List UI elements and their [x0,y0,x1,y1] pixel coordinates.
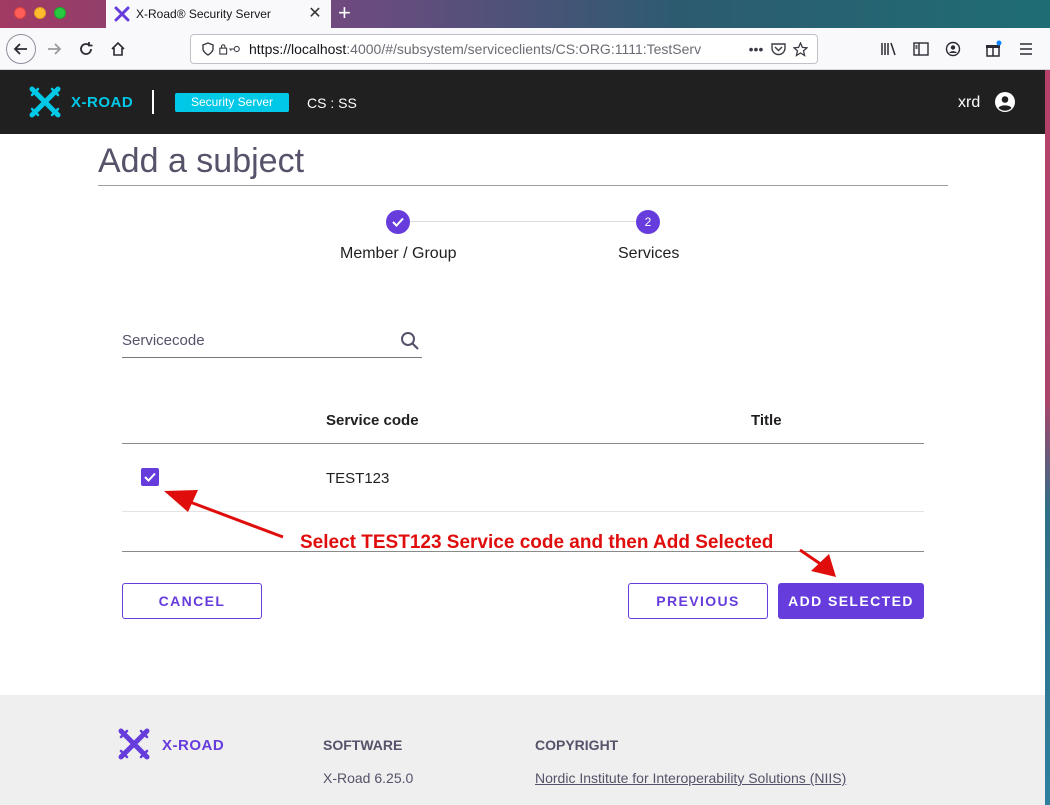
hamburger-icon [1020,43,1032,55]
service-code-cell: TEST123 [326,470,390,487]
table-header-divider [122,443,924,444]
reload-icon [80,42,93,55]
column-header-title: Title [751,412,782,429]
xroad-favicon-icon [114,6,130,22]
column-header-service-code: Service code [326,412,419,429]
tab-close-icon[interactable]: ✕ [307,6,323,22]
server-identifier: CS : SS [307,95,357,111]
arrow-right-icon [48,43,62,55]
previous-button[interactable]: PREVIOUS [628,583,768,619]
page-title: Add a subject [98,142,305,180]
more-actions-icon[interactable]: ••• [745,41,767,57]
url-bar[interactable]: https://localhost:4000/#/subsystem/servi… [190,34,818,64]
browser-tab[interactable]: X-Road® Security Server ✕ [106,0,331,28]
minimize-window-button[interactable] [34,7,46,19]
search-icon[interactable] [400,331,420,351]
step-1-complete [386,210,410,234]
title-divider [98,185,948,186]
library-button[interactable] [875,35,903,63]
url-text[interactable]: https://localhost:4000/#/subsystem/servi… [249,41,745,57]
extensions-button[interactable] [980,35,1008,63]
url-path: :4000/#/subsystem/serviceclients/CS:ORG:… [346,41,702,57]
app-content: X-ROAD Security Server CS : SS xrd Add a… [0,70,1045,805]
maximize-window-button[interactable] [54,7,66,19]
arrow-left-icon [13,43,27,55]
checkmark-icon [144,472,156,482]
step-1-label: Member / Group [340,245,457,262]
new-tab-button[interactable]: + [338,1,351,25]
browser-navbar: https://localhost:4000/#/subsystem/servi… [0,28,1050,70]
footer-copyright-heading: COPYRIGHT [535,737,619,753]
footer-niis-link[interactable]: Nordic Institute for Interoperability So… [535,770,846,786]
back-button[interactable] [6,34,36,64]
url-host: https://localhost [249,41,347,57]
home-button[interactable] [104,35,132,63]
close-window-button[interactable] [14,7,26,19]
check-icon [392,217,404,227]
gift-icon [986,40,1002,57]
bookmark-star-icon[interactable] [789,41,811,57]
annotation-text: Select TEST123 Service code and then Add… [300,532,774,553]
home-icon [111,41,125,56]
tab-title: X-Road® Security Server [136,7,271,21]
library-icon [881,42,896,56]
sidebar-icon [913,42,929,56]
footer: X-ROAD SOFTWARE COPYRIGHT X-Road 6.25.0 … [0,695,1045,805]
xroad-logo-icon[interactable] [28,85,62,119]
logo-text: X-ROAD [71,94,134,111]
step-2-label: Services [618,245,680,262]
servicecode-search-input[interactable] [122,332,392,349]
sidebar-button[interactable] [907,35,935,63]
servicecode-search [122,326,422,358]
shield-icon[interactable] [197,42,219,56]
account-button[interactable] [939,35,967,63]
reload-button[interactable] [72,35,100,63]
stepper-connector [410,221,636,222]
pocket-icon[interactable] [767,42,789,56]
cancel-button[interactable]: CANCEL [122,583,262,619]
desktop-background-edge [1045,70,1050,805]
add-selected-button[interactable]: ADD SELECTED [778,583,924,619]
footer-logo-text: X-ROAD [162,737,225,754]
menu-button[interactable] [1012,35,1040,63]
header-divider [152,90,154,114]
table-row-divider [122,511,924,512]
footer-software-heading: SOFTWARE [323,737,403,753]
account-circle-icon[interactable] [994,91,1016,113]
lock-key-icon[interactable] [219,42,241,56]
forward-button[interactable] [40,35,68,63]
row-checkbox[interactable] [141,468,159,486]
security-server-badge: Security Server [175,93,290,112]
browser-titlebar: X-Road® Security Server ✕ + [0,0,1050,28]
xroad-footer-logo-icon [118,728,150,760]
step-2-number: 2 [636,210,660,234]
app-header: X-ROAD Security Server CS : SS xrd [0,70,1045,134]
username[interactable]: xrd [958,94,980,112]
account-icon [945,41,961,57]
footer-version: X-Road 6.25.0 [323,770,414,786]
